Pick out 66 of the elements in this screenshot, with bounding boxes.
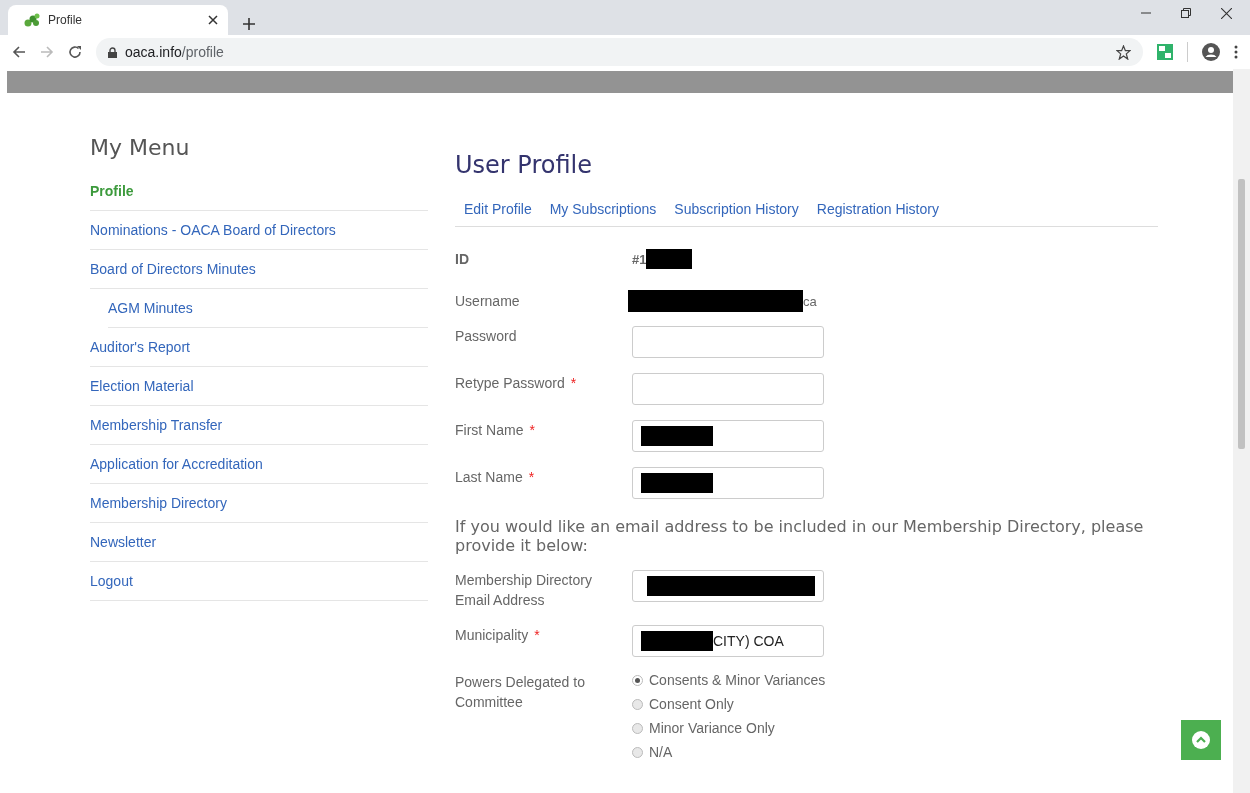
profile-tab[interactable]: Edit Profile [455, 201, 541, 217]
menu-link[interactable]: Application for Accreditation [90, 445, 428, 484]
field-label: Retype Password * [455, 374, 578, 393]
back-to-top-button[interactable] [1181, 720, 1221, 760]
text-field[interactable] [632, 420, 824, 452]
menu-link[interactable]: Membership Transfer [90, 406, 428, 445]
lock-icon [108, 46, 117, 58]
field-value: CITY) COA [713, 633, 784, 649]
close-icon[interactable] [1221, 8, 1232, 19]
radio-label[interactable]: Minor Variance Only [649, 720, 775, 736]
field-label: Password [455, 327, 518, 346]
close-icon[interactable] [208, 15, 218, 25]
address-bar[interactable]: oaca.info/profile [96, 38, 1143, 66]
menu-icon[interactable] [1234, 45, 1238, 59]
star-icon[interactable] [1116, 44, 1131, 60]
field-label: ID [455, 250, 470, 269]
new-tab-icon[interactable] [242, 17, 256, 31]
field-label: First Name * [455, 421, 536, 440]
reload-icon[interactable] [68, 45, 82, 59]
browser-tab[interactable]: Profile [8, 5, 228, 35]
menu-link[interactable]: Membership Directory [90, 484, 428, 523]
chevron-up-icon [1191, 730, 1211, 750]
back-arrow-icon[interactable] [12, 45, 26, 59]
account-icon[interactable] [1202, 43, 1220, 61]
restore-icon[interactable] [1181, 8, 1191, 18]
menu-link[interactable]: AGM Minutes [108, 289, 428, 328]
section-text: If you would like an email address to be included in our Membership Directory, please provide it below: [455, 517, 1145, 555]
menu-link[interactable]: Profile [90, 172, 428, 211]
required-asterisk: * [529, 422, 535, 438]
menu-link[interactable]: Election Material [90, 367, 428, 406]
radio-button[interactable] [632, 722, 643, 734]
radio-button[interactable] [632, 674, 643, 686]
radio-button[interactable] [632, 746, 643, 758]
radio-label[interactable]: Consent Only [649, 696, 734, 712]
text-field[interactable] [632, 373, 824, 405]
profile-tab[interactable]: Subscription History [665, 201, 808, 217]
required-asterisk: * [570, 375, 577, 391]
text-field[interactable] [632, 326, 824, 358]
required-asterisk: * [534, 627, 540, 643]
field-label: Membership Directory Email Address [455, 571, 593, 610]
menu-link[interactable]: Logout [90, 562, 428, 601]
extension-icon[interactable] [1157, 44, 1173, 60]
text-field[interactable] [632, 467, 824, 499]
menu-link[interactable]: Nominations - OACA Board of Directors [90, 211, 428, 250]
profile-tab[interactable]: My Subscriptions [540, 201, 666, 217]
radio-label[interactable]: Consents & Minor Variances [649, 672, 826, 688]
scrollbar[interactable] [1233, 69, 1250, 793]
tab-title: Profile [48, 13, 83, 27]
menu-title: My Menu [90, 135, 191, 160]
field-label: Username [455, 292, 521, 311]
field-label: Powers Delegated to Committee [455, 673, 586, 712]
leaf-cluster-icon [24, 13, 40, 27]
page-title: User Profile [455, 151, 593, 179]
required-asterisk: * [528, 469, 535, 485]
radio-label[interactable]: N/A [649, 744, 673, 760]
field-label: Last Name * [455, 468, 536, 487]
field-value: ca [803, 293, 817, 309]
field-label: Municipality * [455, 626, 541, 645]
radio-button[interactable] [632, 698, 643, 710]
text-field[interactable]: CITY) COA [632, 625, 824, 657]
menu-link[interactable]: Auditor's Report [90, 328, 428, 367]
field-value: #1 [632, 251, 647, 267]
text-field[interactable] [632, 570, 824, 602]
menu-link[interactable]: Board of Directors Minutes [90, 250, 428, 289]
profile-tab[interactable]: Registration History [807, 201, 948, 217]
menu-link[interactable]: Newsletter [90, 523, 428, 562]
